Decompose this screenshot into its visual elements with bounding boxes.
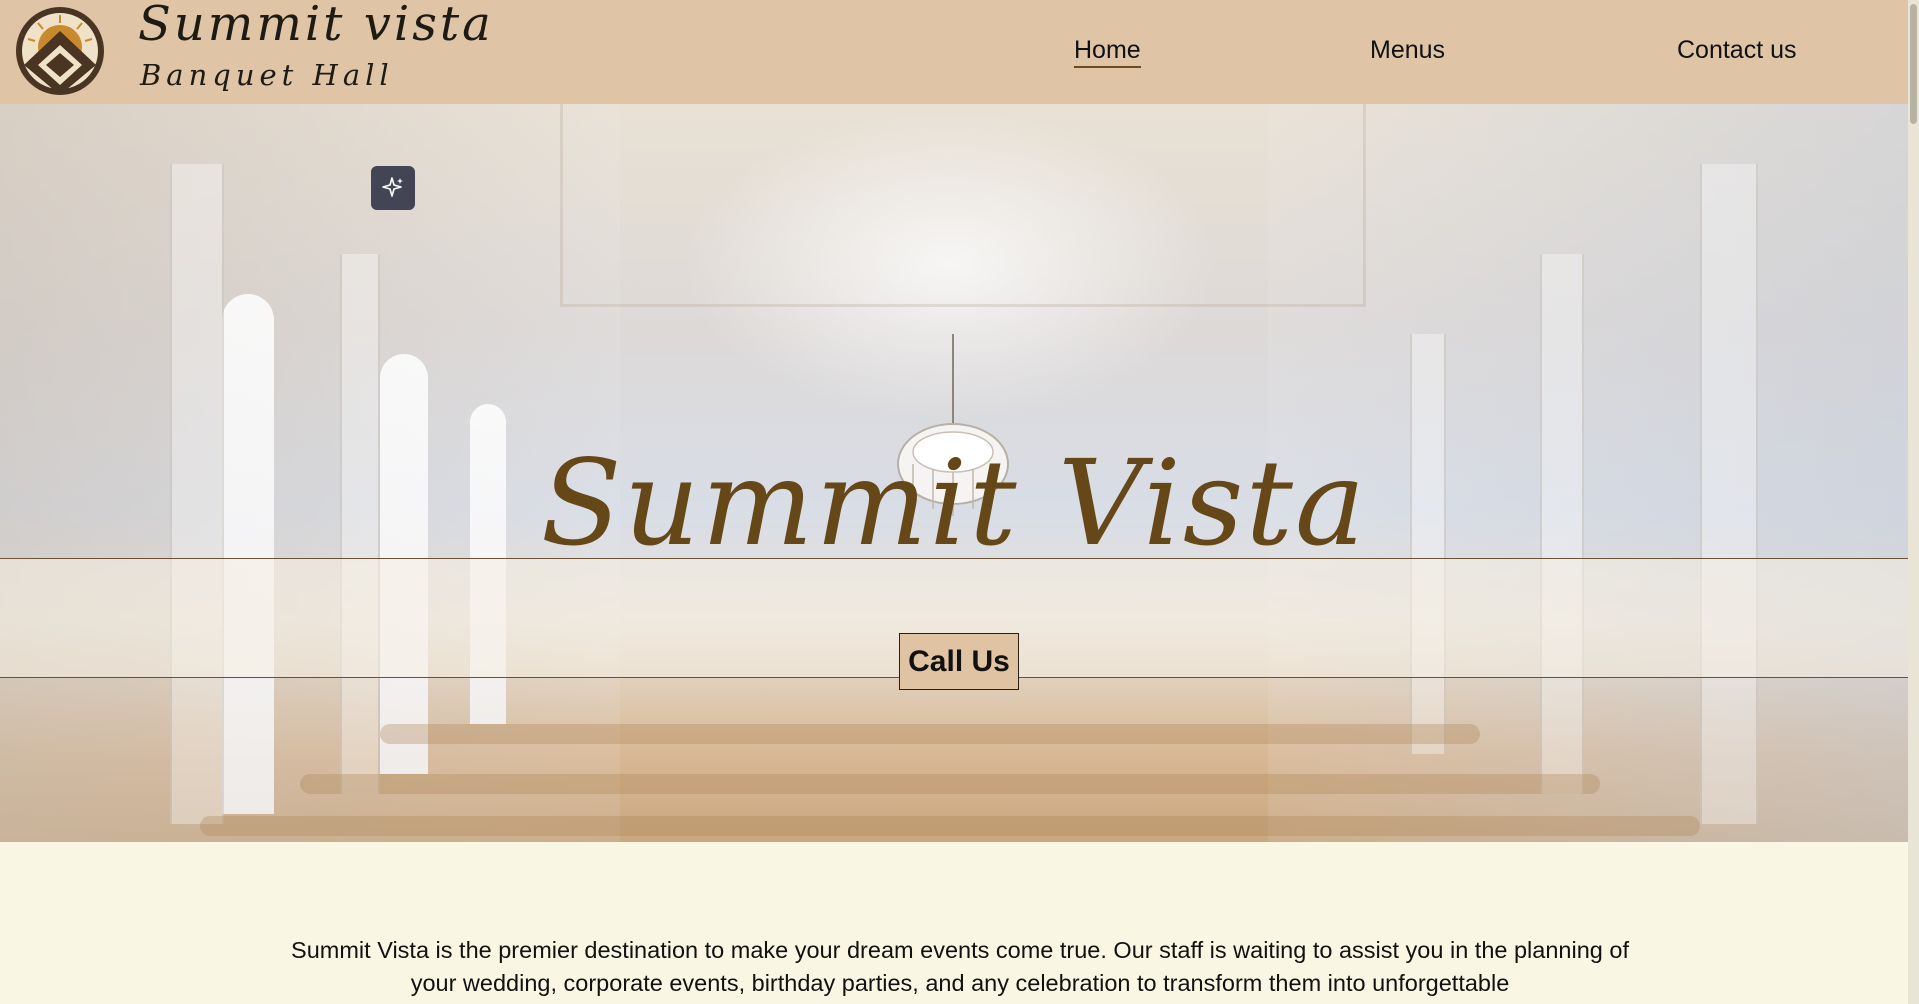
- brand-name[interactable]: Summit vista: [138, 0, 494, 52]
- sparkle-button[interactable]: [371, 166, 415, 210]
- logo-icon[interactable]: [14, 5, 106, 97]
- sparkle-icon: [382, 177, 403, 197]
- nav-menus-link[interactable]: Menus: [1370, 36, 1445, 65]
- floor-light-stripe: [300, 774, 1600, 794]
- floor-light-stripe: [200, 816, 1700, 836]
- hero-title: Summit Vista: [540, 434, 1368, 572]
- call-us-button[interactable]: Call Us: [899, 633, 1019, 690]
- site-header: Summit vista Banquet Hall Home Menus Con…: [0, 0, 1919, 104]
- scrollbar-thumb[interactable]: [1910, 4, 1917, 124]
- hero-ceiling-panel: [560, 104, 1366, 307]
- page-scrollbar[interactable]: [1908, 0, 1919, 1004]
- floor-light-stripe: [380, 724, 1480, 744]
- brand-subtitle: Banquet Hall: [140, 58, 394, 92]
- intro-paragraph: Summit Vista is the premier destination …: [291, 937, 1629, 996]
- nav-contact-link[interactable]: Contact us: [1677, 36, 1797, 65]
- nav-home-link[interactable]: Home: [1074, 36, 1141, 68]
